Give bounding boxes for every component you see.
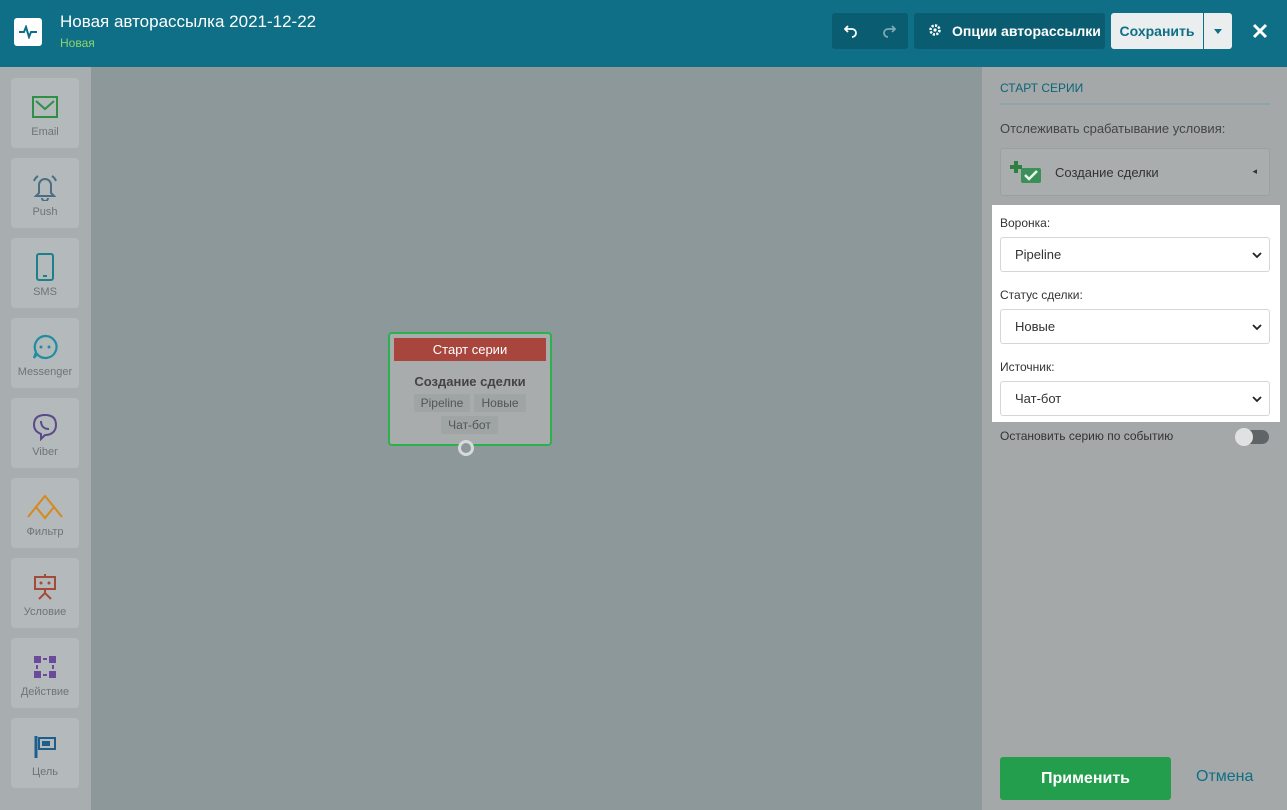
envelope-icon (32, 92, 58, 122)
tool-condition[interactable]: Условие (11, 558, 79, 628)
phone-icon (35, 252, 55, 282)
viber-icon (32, 412, 58, 442)
tool-action[interactable]: Действие (11, 638, 79, 708)
tool-push[interactable]: Push (11, 158, 79, 228)
panel-heading: СТАРТ СЕРИИ (1000, 81, 1084, 95)
history-group (832, 13, 908, 49)
cancel-button[interactable]: Отмена (1196, 768, 1253, 786)
close-button[interactable] (1246, 16, 1274, 46)
source-label: Источник: (1000, 360, 1055, 374)
chevron-down-icon (1252, 324, 1262, 331)
gear-icon (928, 23, 942, 40)
tool-label: Условие (23, 606, 67, 618)
tool-filter[interactable]: Фильтр (11, 478, 79, 548)
node-connector-handle[interactable] (458, 440, 474, 456)
node-tag: Pipeline (414, 394, 470, 412)
deal-status-value: Новые (1015, 319, 1056, 334)
flag-icon (32, 732, 58, 762)
chat-icon (32, 332, 58, 362)
action-icon (32, 652, 58, 682)
bell-icon (30, 172, 60, 202)
node-tag: Новые (474, 394, 526, 412)
condition-icon (31, 572, 59, 602)
status-label: Новая (60, 36, 95, 50)
source-value: Чат-бот (1015, 391, 1062, 406)
tool-label: Фильтр (26, 526, 64, 538)
tool-messenger[interactable]: Messenger (11, 318, 79, 388)
tool-label: Viber (32, 446, 58, 458)
funnel-select[interactable]: Pipeline (1000, 237, 1270, 272)
tool-label: Messenger (17, 366, 73, 378)
caret-left-icon: ◂ (1252, 166, 1257, 176)
tool-label: Email (31, 126, 59, 138)
save-button[interactable]: Сохранить (1111, 13, 1203, 49)
chevron-down-icon (1252, 396, 1262, 403)
stop-series-toggle[interactable] (1235, 428, 1269, 446)
filter-icon (25, 492, 65, 522)
node-header: Старт серии (394, 338, 546, 361)
deal-status-label: Статус сделки: (1000, 288, 1083, 302)
options-label: Опции авторассылки (952, 23, 1101, 39)
deal-created-icon (1009, 159, 1043, 185)
page-title: Новая авторассылка 2021-12-22 (60, 12, 317, 31)
deal-status-select[interactable]: Новые (1000, 309, 1270, 344)
start-series-node[interactable]: Старт серии Создание сделки Pipeline Нов… (388, 332, 552, 446)
funnel-value: Pipeline (1015, 247, 1062, 262)
tool-label: SMS (33, 286, 57, 298)
divider (1000, 103, 1270, 105)
undo-button[interactable] (832, 13, 870, 49)
tool-goal[interactable]: Цель (11, 718, 79, 788)
tool-email[interactable]: Email (11, 78, 79, 148)
source-select[interactable]: Чат-бот (1000, 381, 1270, 416)
tool-sms[interactable]: SMS (11, 238, 79, 308)
undo-icon (844, 25, 857, 38)
tool-label: Цель (31, 766, 59, 778)
options-button[interactable]: Опции авторассылки (914, 13, 1105, 49)
event-label: Создание сделки (1055, 164, 1159, 180)
tool-label: Push (32, 206, 58, 218)
node-tag: Чат-бот (441, 416, 498, 434)
chevron-down-icon (1252, 252, 1262, 259)
event-selector[interactable]: Создание сделки ◂ (1000, 148, 1270, 196)
tool-viber[interactable]: Viber (11, 398, 79, 468)
stop-series-label: Остановить серию по событию (1000, 429, 1174, 443)
apply-button[interactable]: Применить (1000, 757, 1171, 800)
caret-down-icon (1214, 28, 1222, 34)
funnel-label: Воронка: (1000, 216, 1051, 230)
track-label: Отслеживать срабатывание условия: (1000, 121, 1226, 136)
save-dropdown-button[interactable] (1204, 13, 1232, 49)
tool-label: Действие (20, 686, 70, 698)
pulse-icon (14, 18, 42, 46)
redo-button[interactable] (870, 13, 908, 49)
toggle-knob (1235, 428, 1253, 446)
redo-icon (883, 25, 896, 38)
close-icon (1252, 23, 1268, 39)
node-title: Создание сделки (414, 374, 526, 389)
